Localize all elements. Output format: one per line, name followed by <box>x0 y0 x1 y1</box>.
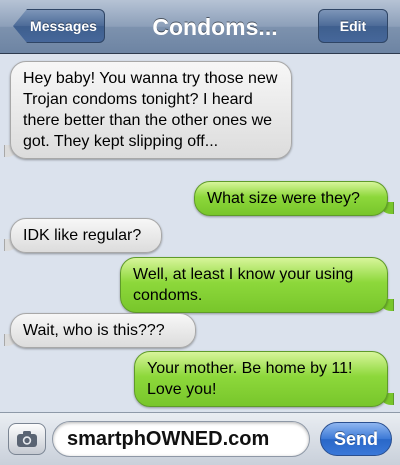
outgoing-message: Well, at least I know your using condoms… <box>120 257 394 313</box>
message-input[interactable]: smartphOWNED.com <box>52 421 310 457</box>
incoming-message: Wait, who is this??? <box>4 313 196 348</box>
navigation-bar: Messages Condoms... Edit <box>0 0 400 54</box>
outgoing-message: What size were they? <box>194 181 394 216</box>
edit-button[interactable]: Edit <box>318 9 388 43</box>
camera-button[interactable] <box>8 423 46 455</box>
camera-icon <box>17 431 37 447</box>
back-messages-button[interactable]: Messages <box>13 9 105 43</box>
compose-bar: smartphOWNED.com Send <box>0 412 400 465</box>
send-button[interactable]: Send <box>320 422 392 456</box>
conversation-title: Condoms... <box>152 14 278 40</box>
incoming-message: IDK like regular? <box>4 218 162 253</box>
message-thread[interactable]: Hey baby! You wanna try those new Trojan… <box>0 55 400 410</box>
incoming-message: Hey baby! You wanna try those new Trojan… <box>4 61 292 159</box>
outgoing-message: Your mother. Be home by 11! Love you! <box>134 351 394 407</box>
